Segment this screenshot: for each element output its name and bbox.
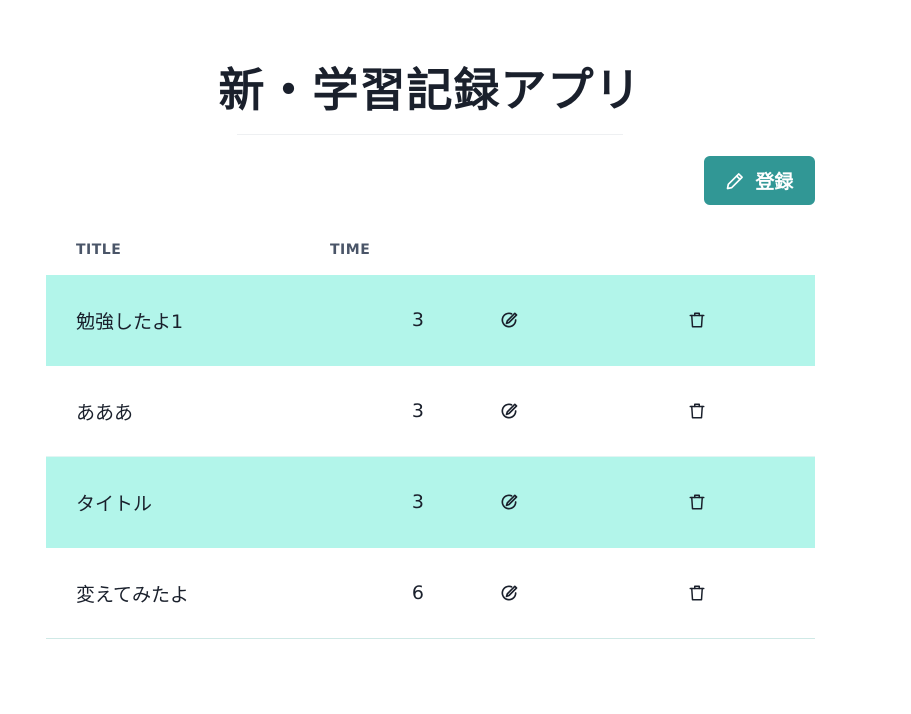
record-time: 3	[411, 491, 424, 513]
records-table: TITLE TIME 勉強したよ1 3 あああ 3 タイトル 3 変えてみたよ …	[46, 226, 815, 639]
record-title: タイトル	[76, 492, 153, 515]
edit-icon[interactable]	[499, 366, 519, 456]
trash-icon[interactable]	[688, 457, 706, 547]
table-row: タイトル 3	[46, 457, 815, 548]
register-button[interactable]: 登録	[704, 156, 815, 205]
pencil-icon	[725, 171, 745, 191]
table-header: TITLE TIME	[46, 226, 815, 275]
record-title: 勉強したよ1	[76, 310, 184, 333]
edit-icon[interactable]	[499, 457, 519, 547]
record-time: 3	[411, 309, 424, 331]
column-header-title: TITLE	[76, 242, 122, 258]
trash-icon[interactable]	[688, 366, 706, 456]
register-button-label: 登録	[755, 171, 794, 193]
table-row: あああ 3	[46, 366, 815, 457]
page-title: 新・学習記録アプリ	[218, 63, 642, 117]
record-time: 6	[411, 582, 424, 604]
table-row: 勉強したよ1 3	[46, 275, 815, 366]
trash-icon[interactable]	[688, 548, 706, 638]
edit-icon[interactable]	[499, 275, 519, 365]
record-time: 3	[411, 400, 424, 422]
record-title: あああ	[76, 401, 134, 424]
column-header-time: TIME	[330, 242, 371, 258]
trash-icon[interactable]	[688, 275, 706, 365]
title-divider	[237, 134, 623, 135]
record-title: 変えてみたよ	[76, 583, 190, 606]
table-row: 変えてみたよ 6	[46, 548, 815, 639]
edit-icon[interactable]	[499, 548, 519, 638]
